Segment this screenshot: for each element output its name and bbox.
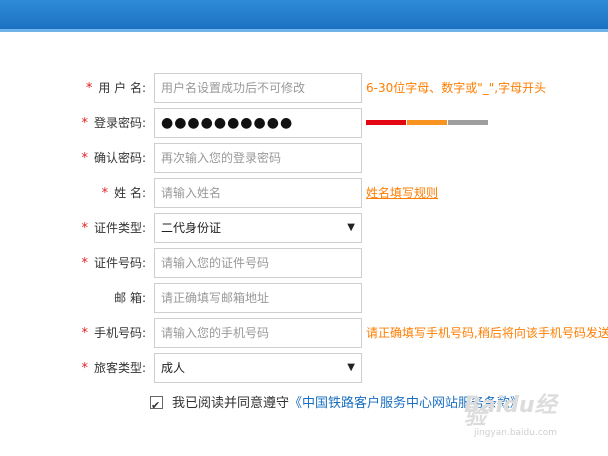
password-dots: ●●●●●●●●●● xyxy=(161,115,294,131)
required-mark: * xyxy=(101,186,109,201)
id-number-row: * 证件号码: 请输入您的证件号码 xyxy=(0,248,608,278)
agreement-text: 我已阅读并同意遵守 xyxy=(172,396,290,411)
dropdown-arrow-icon: ▼ xyxy=(347,222,355,233)
required-mark: * xyxy=(81,221,88,236)
name-row: * 姓 名: 请输入姓名 姓名填写规则 xyxy=(0,178,608,208)
username-hint: 6-30位字母、数字或"_",字母开头 xyxy=(366,81,547,95)
phone-row: * 手机号码: 请输入您的手机号码 请正确填写手机号码,稍后将向该手机号码发送 xyxy=(0,318,608,348)
name-input[interactable]: 请输入姓名 xyxy=(154,178,362,208)
username-row: * 用 户 名: 用户名设置成功后不可修改 6-30位字母、数字或"_",字母开头 xyxy=(0,73,608,103)
confirm-password-label: * 确认密码: xyxy=(81,151,146,166)
id-number-label: * 证件号码: xyxy=(81,256,146,271)
watermark-url: jingyan.baidu.com xyxy=(474,428,558,438)
username-input[interactable]: 用户名设置成功后不可修改 xyxy=(154,73,362,103)
required-mark: * xyxy=(81,151,88,166)
id-type-label: * 证件类型: xyxy=(81,221,146,236)
password-label: * 登录密码: xyxy=(81,116,146,131)
strength-bar-medium xyxy=(407,120,447,125)
name-label: * 姓 名: xyxy=(101,186,146,201)
confirm-password-input[interactable]: 再次输入您的登录密码 xyxy=(154,143,362,173)
required-mark: * xyxy=(81,116,88,131)
strength-bar-strong xyxy=(448,120,488,125)
required-mark: * xyxy=(85,81,93,96)
top-header-bar xyxy=(0,0,608,32)
id-type-select[interactable]: 二代身份证 ▼ xyxy=(154,213,362,243)
required-mark: * xyxy=(81,361,88,376)
baidu-watermark: Baidu经验 jingyan.baidu.com xyxy=(464,393,574,439)
confirm-password-row: * 确认密码: 再次输入您的登录密码 xyxy=(0,143,608,173)
id-number-input[interactable]: 请输入您的证件号码 xyxy=(154,248,362,278)
name-rules-link[interactable]: 姓名填写规则 xyxy=(366,178,438,208)
username-label: * 用 户 名: xyxy=(85,81,146,96)
phone-hint: 请正确填写手机号码,稍后将向该手机号码发送 xyxy=(366,326,608,340)
required-mark: * xyxy=(81,256,88,271)
required-mark: * xyxy=(81,326,88,341)
phone-label: * 手机号码: xyxy=(81,326,146,341)
phone-input[interactable]: 请输入您的手机号码 xyxy=(154,318,362,348)
email-label: 邮 箱: xyxy=(114,291,146,305)
passenger-type-row: * 旅客类型: 成人 ▼ xyxy=(0,353,608,383)
watermark-logo: Baidu经验 xyxy=(464,393,557,430)
strength-bar-weak xyxy=(366,120,406,125)
dropdown-arrow-icon: ▼ xyxy=(347,362,355,373)
id-type-value: 二代身份证 xyxy=(161,221,222,235)
password-row: * 登录密码: ●●●●●●●●●● xyxy=(0,108,608,138)
passenger-type-select[interactable]: 成人 ▼ xyxy=(154,353,362,383)
agreement-checkbox[interactable] xyxy=(150,394,163,418)
id-type-row: * 证件类型: 二代身份证 ▼ xyxy=(0,213,608,243)
email-row: 邮 箱: 请正确填写邮箱地址 xyxy=(0,283,608,313)
email-input[interactable]: 请正确填写邮箱地址 xyxy=(154,283,362,313)
password-input[interactable]: ●●●●●●●●●● xyxy=(154,108,362,138)
passenger-type-value: 成人 xyxy=(161,361,186,375)
passenger-type-label: * 旅客类型: xyxy=(81,361,146,376)
